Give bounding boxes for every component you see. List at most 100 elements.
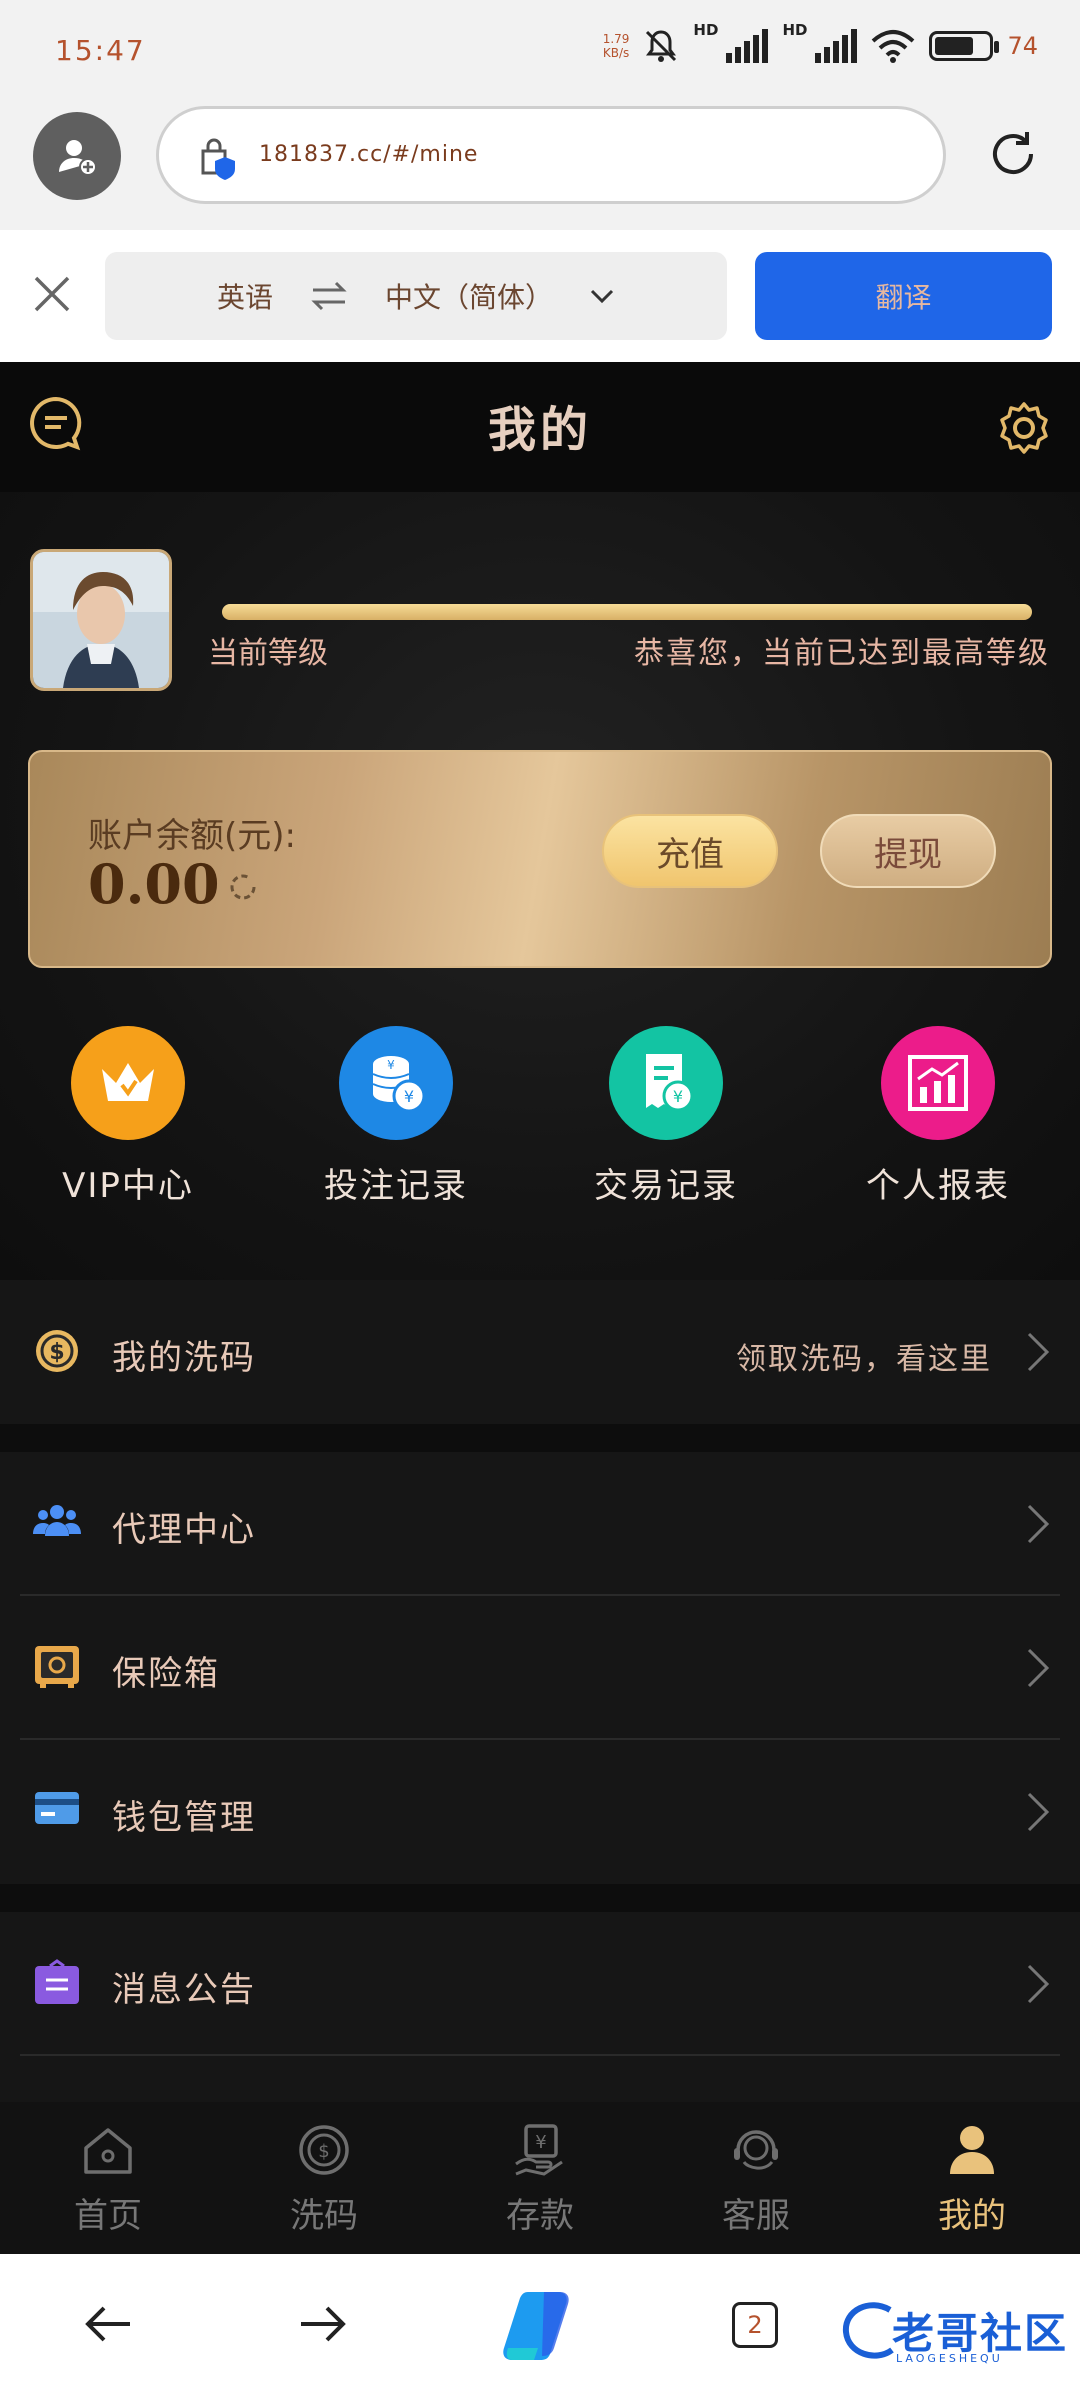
- svg-text:¥: ¥: [535, 2132, 546, 2153]
- tab-count-button[interactable]: 2: [732, 2302, 778, 2348]
- balance-label: 账户余额(元):: [88, 816, 296, 856]
- watermark-subtext: LAOGESHEQU: [896, 2352, 1003, 2365]
- chevron-right-icon: [1027, 1504, 1050, 1544]
- bottom-nav: 首页 $ 洗码 ¥ 存款 客服 我的: [0, 2102, 1080, 2254]
- svg-text:$: $: [49, 1340, 64, 1365]
- notice-board-icon: [35, 1959, 79, 2004]
- menu-row-partial: [0, 2056, 1080, 2102]
- language-selector[interactable]: 英语 中文（简体）: [105, 252, 727, 340]
- menu-row-wallet[interactable]: 钱包管理: [0, 1740, 1080, 1884]
- translate-button[interactable]: 翻译: [755, 252, 1052, 340]
- rebate-icon: $: [299, 2125, 349, 2175]
- safe-box-icon: [35, 1646, 79, 1688]
- copilot-icon[interactable]: [498, 2288, 582, 2364]
- menu-row-hint: 领取洗码，看这里: [736, 1342, 992, 1377]
- quick-action-vip[interactable]: VIP中心: [8, 1026, 248, 1207]
- profile-button[interactable]: [33, 112, 121, 200]
- source-language[interactable]: 英语: [217, 276, 273, 316]
- dollar-coin-icon: $: [36, 1330, 78, 1372]
- battery-percent: 74: [1007, 32, 1038, 60]
- quick-action-bet-records[interactable]: ¥ ¥ 投注记录: [276, 1026, 516, 1207]
- menu-row-notice[interactable]: 消息公告: [0, 1912, 1080, 2056]
- quick-action-label: 个人报表: [866, 1166, 1010, 1206]
- team-icon: [33, 1505, 81, 1536]
- add-user-icon: [59, 140, 97, 176]
- menu-row-safe[interactable]: 保险箱: [0, 1596, 1080, 1740]
- page: 15:47 1.79 KB/s HD HD 74 181837.cc/#/min…: [0, 0, 1080, 2400]
- chevron-right-icon: [1027, 1964, 1050, 2004]
- level-message: 恭喜您，当前已达到最高等级: [634, 636, 1050, 671]
- page-title: 我的: [487, 402, 592, 458]
- signal-icon-1: [726, 29, 769, 63]
- nav-label: 我的: [938, 2196, 1006, 2236]
- close-icon[interactable]: [30, 272, 74, 316]
- nav-item-support[interactable]: 客服: [648, 2102, 864, 2254]
- swap-icon[interactable]: [309, 280, 349, 312]
- svg-text:¥: ¥: [387, 1058, 395, 1072]
- avatar[interactable]: [30, 549, 172, 691]
- nav-item-rebate[interactable]: $ 洗码: [216, 2102, 432, 2254]
- recharge-button[interactable]: 充值: [602, 814, 778, 888]
- coins-icon: ¥ ¥: [339, 1026, 453, 1140]
- svg-text:¥: ¥: [673, 1087, 683, 1106]
- withdraw-button[interactable]: 提现: [820, 814, 996, 888]
- signal-icon-2: [815, 29, 858, 63]
- browser-toolbar: 181837.cc/#/mine: [0, 100, 1080, 230]
- menu-row-rebate[interactable]: $ 我的洗码 领取洗码，看这里: [0, 1280, 1080, 1424]
- menu-row-label: 保险箱: [112, 1654, 220, 1694]
- profile-section: 当前等级 恭喜您，当前已达到最高等级 账户余额(元): 0.00 充值 提现 V…: [0, 492, 1080, 1280]
- watermark-logo: 老哥社区 LAOGESHEQU: [840, 2298, 1070, 2368]
- report-chart-icon: [881, 1026, 995, 1140]
- wallet-card-icon: [35, 1792, 79, 1824]
- net-speed-value: 1.79: [602, 32, 630, 46]
- back-arrow-icon[interactable]: [80, 2300, 136, 2348]
- receipt-icon: ¥: [609, 1026, 723, 1140]
- forward-arrow-icon[interactable]: [295, 2300, 351, 2348]
- refresh-icon[interactable]: [226, 870, 260, 904]
- address-bar[interactable]: 181837.cc/#/mine: [156, 106, 946, 204]
- avatar-image: [33, 552, 169, 688]
- menu-row-label: 钱包管理: [112, 1798, 256, 1838]
- hd-label-1: HD: [693, 21, 719, 39]
- reload-icon[interactable]: [985, 126, 1041, 182]
- nav-label: 存款: [506, 2196, 574, 2236]
- browser-bottom-bar: 2 老哥社区 LAOGESHEQU: [0, 2254, 1080, 2400]
- quick-action-label: 投注记录: [324, 1166, 468, 1206]
- menu-row-label: 代理中心: [112, 1510, 256, 1550]
- quick-action-label: VIP中心: [62, 1166, 194, 1206]
- quick-action-label: 交易记录: [594, 1166, 738, 1206]
- user-icon: [950, 2126, 994, 2174]
- quick-action-report[interactable]: 个人报表: [818, 1026, 1058, 1207]
- balance-value: 0.00: [88, 852, 220, 916]
- watermark-swirl-icon: [842, 2302, 894, 2359]
- deposit-icon: ¥: [515, 2124, 563, 2176]
- chevron-right-icon: [1027, 1792, 1050, 1832]
- menu-row-agent[interactable]: 代理中心: [0, 1452, 1080, 1596]
- support-icon: [734, 2130, 778, 2170]
- menu-row-label: 消息公告: [112, 1970, 256, 2010]
- nav-item-home[interactable]: 首页: [0, 2102, 216, 2254]
- chevron-down-icon[interactable]: [589, 286, 615, 306]
- site-security-icon[interactable]: [195, 135, 239, 181]
- nav-label: 客服: [722, 2196, 790, 2236]
- status-bar: 15:47 1.79 KB/s HD HD 74: [0, 0, 1080, 100]
- level-progress-bar: [222, 604, 1032, 620]
- nav-label: 首页: [74, 2196, 142, 2236]
- net-speed-unit: KB/s: [602, 46, 630, 60]
- status-time: 15:47: [55, 34, 146, 67]
- translate-bar: 英语 中文（简体） 翻译: [0, 230, 1080, 362]
- wifi-icon: [872, 30, 915, 63]
- nav-item-mine[interactable]: 我的: [864, 2102, 1080, 2254]
- battery-icon: [929, 31, 1000, 61]
- gear-icon[interactable]: [996, 400, 1052, 456]
- target-language[interactable]: 中文（简体）: [385, 276, 553, 316]
- quick-action-transactions[interactable]: ¥ 交易记录: [546, 1026, 786, 1207]
- chevron-right-icon: [1027, 1332, 1050, 1372]
- net-speed: 1.79 KB/s: [603, 32, 630, 60]
- status-icons: 1.79 KB/s HD HD 74: [603, 21, 1038, 64]
- level-label: 当前等级: [208, 636, 328, 671]
- chevron-right-icon: [1027, 1648, 1050, 1688]
- svg-text:¥: ¥: [404, 1087, 414, 1106]
- nav-item-deposit[interactable]: ¥ 存款: [432, 2102, 648, 2254]
- menu-row-label: 我的洗码: [112, 1338, 256, 1378]
